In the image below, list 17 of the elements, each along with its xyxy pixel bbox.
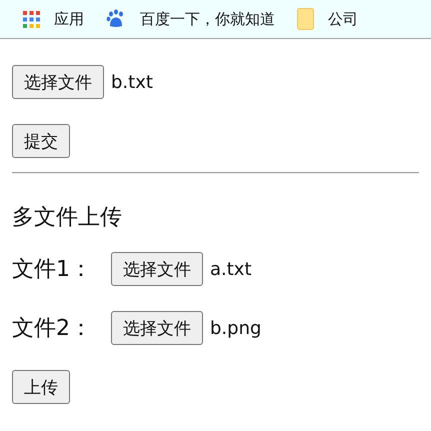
file-name: b.txt — [111, 72, 153, 92]
file-name: a.txt — [210, 258, 252, 280]
choose-file-button[interactable]: 选择文件 — [111, 311, 203, 345]
choose-file-button[interactable]: 选择文件 — [111, 252, 203, 286]
submit-button[interactable]: 提交 — [12, 124, 70, 158]
file-name: b.png — [210, 318, 262, 338]
field-label: 文件2： — [12, 315, 92, 343]
bookmark-link[interactable]: 公司 — [328, 10, 358, 28]
folder-icon — [297, 8, 314, 30]
upload-button[interactable]: 上传 — [12, 370, 70, 404]
apps-grid-icon — [23, 10, 40, 28]
choose-file-button[interactable]: 选择文件 — [12, 65, 104, 99]
field-label: 文件1： — [12, 256, 92, 284]
section-heading: 多文件上传 — [12, 204, 123, 232]
bookmark-link[interactable]: 应用 — [54, 10, 84, 28]
paw-icon — [106, 9, 126, 29]
bookmark-link[interactable]: 百度一下，你就知道 — [140, 10, 275, 28]
